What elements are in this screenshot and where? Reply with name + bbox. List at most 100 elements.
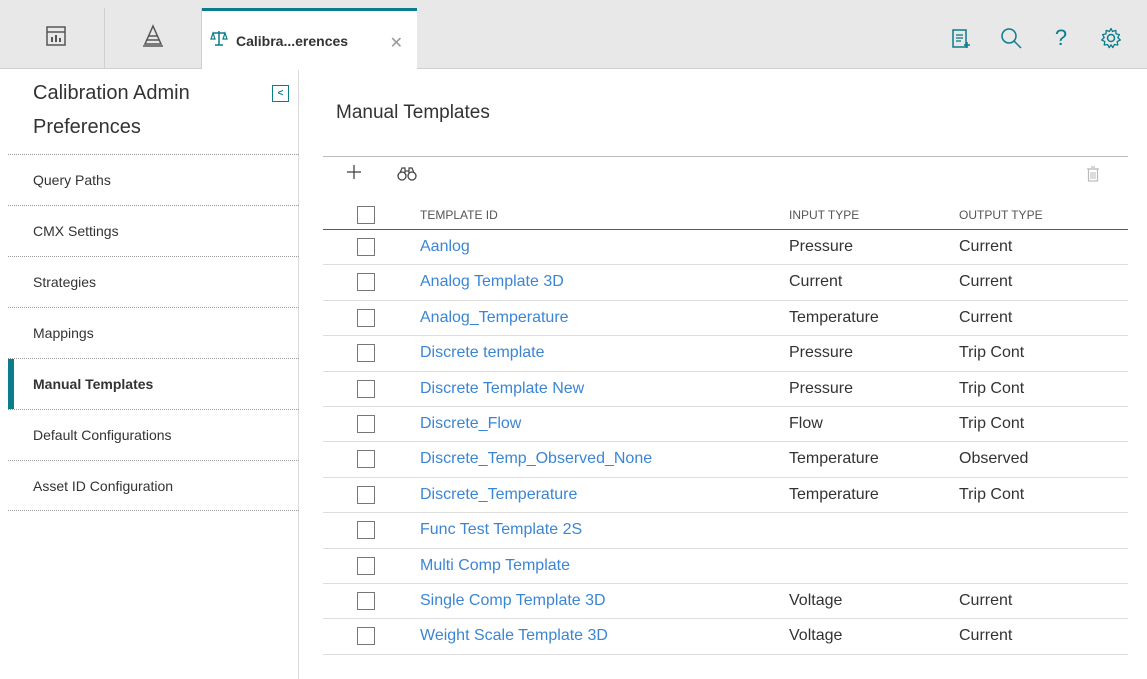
column-header-template-id[interactable]: TEMPLATE ID [420,208,498,222]
output-type-cell: Trip Cont [959,485,1025,503]
template-id-link[interactable]: Discrete_Flow [420,415,521,433]
search-icon[interactable] [999,26,1023,50]
row-checkbox[interactable] [357,379,375,398]
output-type-cell: Trip Cont [959,379,1025,397]
select-all-checkbox[interactable] [357,206,375,224]
table-row: Analog Template 3D Current Current [323,265,1128,301]
sidebar-item-label: Query Paths [33,172,111,188]
tab-calibration-preferences[interactable]: Calibra...erences ✕ [202,8,417,70]
clipboard-add-icon[interactable] [949,26,973,50]
sidebar-menu: Query Paths CMX Settings Strategies Mapp… [8,154,299,511]
sidebar: Calibration Admin Preferences < Query Pa… [0,70,299,679]
table-row: Weight Scale Template 3D Voltage Current [323,619,1128,655]
binoculars-icon[interactable] [397,167,417,186]
table-row: Single Comp Template 3D Voltage Current [323,584,1128,620]
sidebar-item-label: CMX Settings [33,223,119,239]
column-header-output-type[interactable]: OUTPUT TYPE [959,208,1043,222]
input-type-cell: Temperature [789,308,879,326]
input-type-cell: Temperature [789,450,879,468]
row-checkbox[interactable] [357,450,375,469]
template-id-link[interactable]: Discrete_Temperature [420,486,577,504]
table-row: Discrete template Pressure Trip Cont [323,336,1128,372]
output-type-cell: Trip Cont [959,414,1025,432]
input-type-cell: Pressure [789,238,854,255]
templates-grid: TEMPLATE ID INPUT TYPE OUTPUT TYPE Aanlo… [323,200,1128,655]
sidebar-item-mappings[interactable]: Mappings [8,307,299,358]
template-id-link[interactable]: Discrete template [420,344,545,362]
grid-toolbar [323,156,1128,192]
close-icon[interactable]: ✕ [390,33,403,53]
sidebar-item-label: Asset ID Configuration [33,477,174,494]
input-type-cell: Current [789,273,843,291]
input-type-cell: Voltage [789,627,843,645]
asset-hierarchy-nav-button[interactable] [105,8,202,69]
sidebar-item-cmx-settings[interactable]: CMX Settings [8,205,299,256]
row-checkbox[interactable] [357,556,375,575]
output-type-cell: Current [959,308,1013,326]
input-type-cell: Flow [789,414,823,432]
row-checkbox[interactable] [357,591,375,610]
scale-balance-icon [210,29,228,52]
template-id-link[interactable]: Discrete Template New [420,380,584,398]
template-id-link[interactable]: Func Test Template 2S [420,521,582,539]
dashboard-nav-button[interactable] [8,8,105,69]
asset-hierarchy-icon [142,24,164,53]
sidebar-item-label: Mappings [33,325,94,341]
row-checkbox[interactable] [357,414,375,433]
input-type-cell: Voltage [789,591,843,609]
row-checkbox[interactable] [357,308,375,327]
template-id-link[interactable]: Discrete_Temp_Observed_None [420,450,652,468]
table-row: Analog_Temperature Temperature Current [323,301,1128,337]
table-row: Discrete Template New Pressure Trip Cont [323,372,1128,407]
template-id-link[interactable]: Analog Template 3D [420,273,564,291]
table-row: Multi Comp Template [323,549,1128,584]
output-type-cell: Current [959,591,1013,609]
output-type-cell: Trip Cont [959,344,1025,362]
sidebar-title: Calibration Admin Preferences [33,82,190,138]
template-id-link[interactable]: Aanlog [420,238,470,256]
table-row: Discrete_Flow Flow Trip Cont [323,407,1128,443]
grid-header: TEMPLATE ID INPUT TYPE OUTPUT TYPE [323,200,1128,230]
dashboard-icon [45,25,67,52]
row-checkbox[interactable] [357,344,375,363]
row-checkbox[interactable] [357,521,375,540]
trash-icon[interactable] [1086,166,1100,187]
sidebar-item-query-paths[interactable]: Query Paths [8,154,299,205]
table-row: Aanlog Pressure Current [323,230,1128,266]
sidebar-item-manual-templates[interactable]: Manual Templates [8,358,299,409]
table-row: Discrete_Temperature Temperature Trip Co… [323,478,1128,514]
plus-icon[interactable] [345,163,363,186]
top-right-toolbar: ? [949,25,1123,50]
tab-label: Calibra...erences [236,32,349,49]
output-type-cell: Current [959,238,1013,255]
template-id-link[interactable]: Analog_Temperature [420,309,569,327]
output-type-cell: Current [959,627,1013,645]
table-row: Discrete_Temp_Observed_None Temperature … [323,442,1128,478]
sidebar-item-label: Default Configurations [33,427,172,443]
table-row: Func Test Template 2S [323,513,1128,549]
sidebar-item-strategies[interactable]: Strategies [8,256,299,307]
template-id-link[interactable]: Single Comp Template 3D [420,592,606,610]
help-icon[interactable]: ? [1049,25,1073,50]
output-type-cell: Observed [959,450,1029,468]
row-checkbox[interactable] [357,627,375,646]
template-id-link[interactable]: Multi Comp Template [420,557,570,575]
input-type-cell: Temperature [789,485,879,503]
chevron-left-icon: < [277,88,284,99]
sidebar-item-asset-id-configuration[interactable]: Asset ID Configuration [8,460,299,511]
page-title: Manual Templates [336,102,490,123]
row-checkbox[interactable] [357,273,375,292]
sidebar-item-label: Manual Templates [33,376,154,392]
top-bar: Calibra...erences ✕ ? [0,0,1147,70]
column-header-input-type[interactable]: INPUT TYPE [789,208,859,222]
row-checkbox[interactable] [357,238,375,256]
gear-icon[interactable] [1099,26,1123,50]
row-checkbox[interactable] [357,485,375,504]
input-type-cell: Pressure [789,379,854,397]
template-id-link[interactable]: Weight Scale Template 3D [420,627,608,645]
output-type-cell: Current [959,273,1013,291]
input-type-cell: Pressure [789,344,854,362]
sidebar-item-default-configurations[interactable]: Default Configurations [8,409,299,460]
collapse-sidebar-button[interactable]: < [272,85,289,102]
sidebar-item-label: Strategies [33,274,97,290]
